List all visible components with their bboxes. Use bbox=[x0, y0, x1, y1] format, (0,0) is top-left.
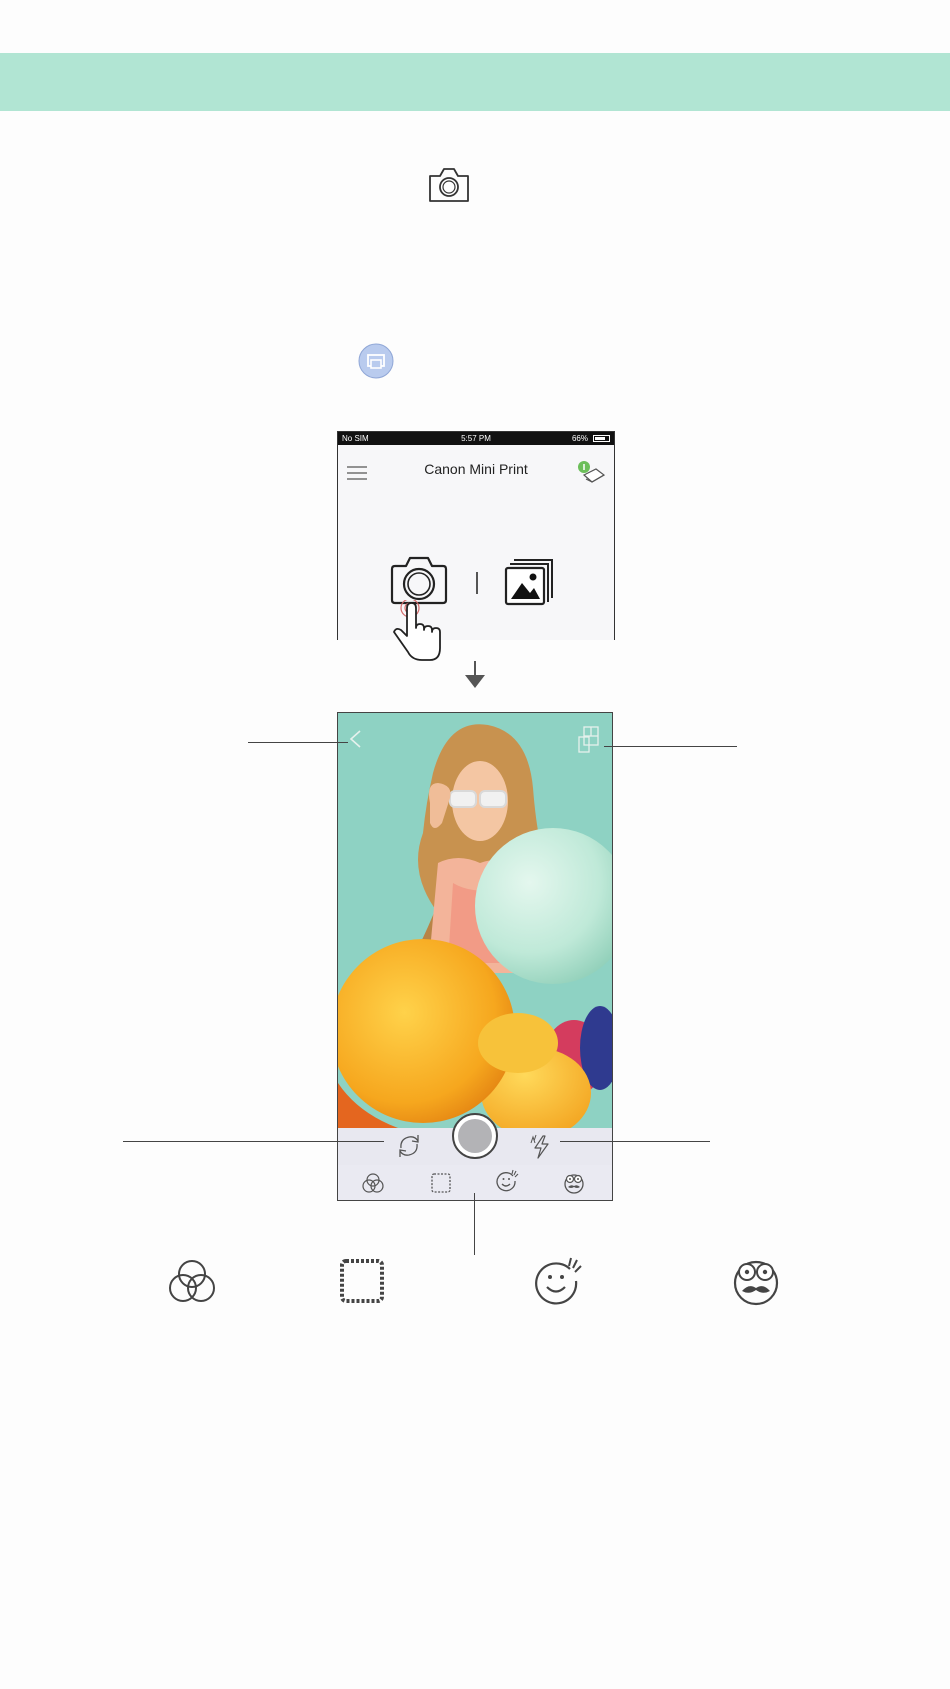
callout-line-toolbar bbox=[474, 1193, 475, 1255]
down-arrow-icon bbox=[465, 661, 485, 688]
filters-icon[interactable] bbox=[361, 1171, 385, 1195]
callout-line-flash bbox=[560, 1141, 710, 1142]
camera-viewfinder bbox=[338, 713, 612, 1128]
camera-screen bbox=[337, 712, 613, 1201]
camera-button[interactable] bbox=[390, 555, 448, 605]
battery-icon bbox=[593, 435, 610, 442]
printer-icon bbox=[358, 343, 394, 379]
filters-icon bbox=[169, 1260, 215, 1302]
frames-icon[interactable] bbox=[429, 1171, 453, 1195]
gallery-button[interactable] bbox=[504, 557, 556, 607]
back-icon[interactable] bbox=[348, 729, 362, 749]
face-masks-icon bbox=[733, 1260, 779, 1306]
status-bar: No SIM 5:57 PM 66% bbox=[338, 432, 614, 445]
camera-icon bbox=[429, 168, 469, 202]
header-banner bbox=[0, 53, 950, 111]
callout-line-layout bbox=[604, 746, 737, 747]
callout-line-flip bbox=[123, 1141, 384, 1142]
stickers-icon[interactable] bbox=[495, 1169, 519, 1193]
layout-icon[interactable] bbox=[576, 725, 602, 755]
callout-line-back bbox=[248, 742, 348, 743]
home-screen: No SIM 5:57 PM 66% Canon Mini Print bbox=[337, 431, 615, 640]
flash-icon[interactable] bbox=[529, 1134, 553, 1160]
tap-hand-icon bbox=[393, 600, 441, 661]
shutter-button[interactable] bbox=[452, 1113, 498, 1159]
app-title: Canon Mini Print bbox=[424, 461, 528, 477]
printer-status-icon[interactable] bbox=[576, 459, 606, 485]
stickers-icon bbox=[535, 1257, 582, 1305]
flip-camera-icon[interactable] bbox=[395, 1132, 423, 1160]
status-battery-percent: 66% bbox=[571, 434, 588, 443]
divider bbox=[476, 572, 478, 594]
frames-icon bbox=[340, 1259, 384, 1303]
face-masks-icon[interactable] bbox=[562, 1171, 586, 1195]
